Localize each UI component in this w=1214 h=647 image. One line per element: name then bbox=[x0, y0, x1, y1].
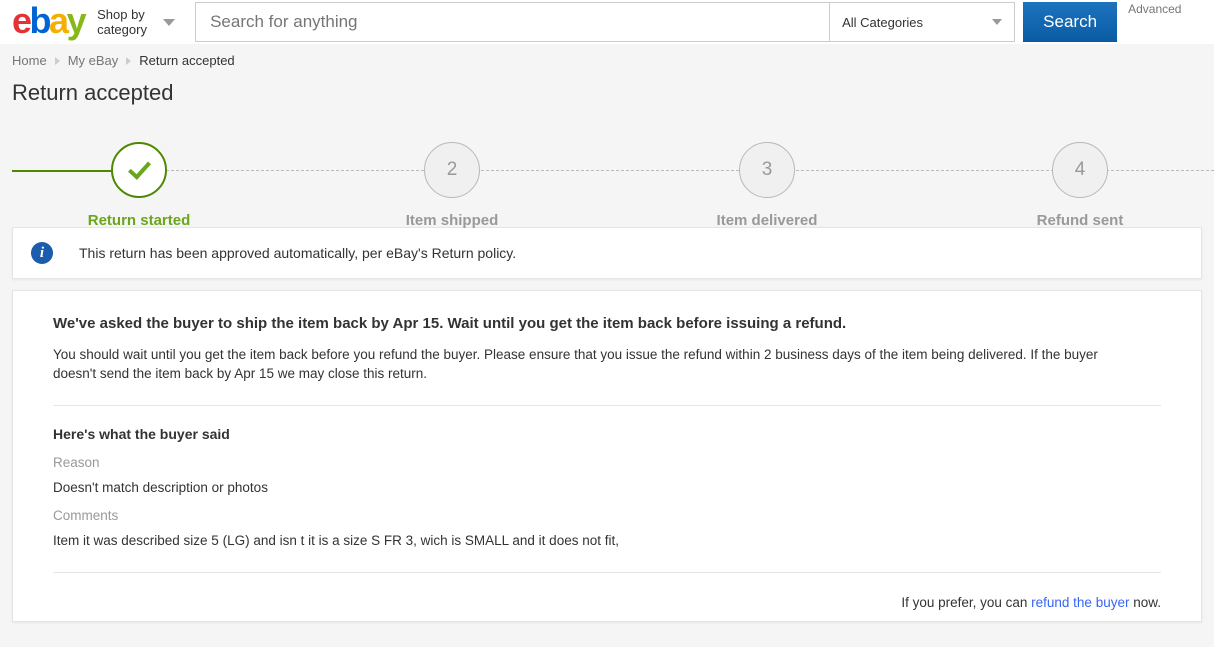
reason-label: Reason bbox=[53, 455, 100, 470]
search-button[interactable]: Search bbox=[1023, 2, 1118, 42]
footer-divider bbox=[53, 572, 1161, 573]
logo-letter-e: e bbox=[12, 0, 32, 41]
return-details-panel: We've asked the buyer to ship the item b… bbox=[12, 290, 1202, 622]
step-circle-pending: 3 bbox=[739, 142, 795, 198]
breadcrumb: Home My eBay Return accepted bbox=[0, 44, 1214, 70]
breadcrumb-item-home[interactable]: Home bbox=[12, 53, 47, 68]
shop-by-category-button[interactable]: Shop by category bbox=[97, 7, 176, 37]
step-label: Return started bbox=[87, 212, 191, 229]
info-banner-text: This return has been approved automatica… bbox=[79, 245, 517, 261]
breadcrumb-item-current: Return accepted bbox=[139, 53, 235, 68]
category-select[interactable]: All Categories bbox=[829, 2, 1016, 42]
logo-letter-b: b bbox=[29, 0, 52, 41]
main-body-text: You should wait until you get the item b… bbox=[53, 347, 1098, 381]
stepper-step-refund-sent: 4 Refund sent bbox=[970, 122, 1190, 229]
advanced-search-link[interactable]: Advanced bbox=[1128, 2, 1181, 42]
site-header: ebay Shop by category All Categories Sea… bbox=[0, 0, 1214, 44]
breadcrumb-separator-icon bbox=[126, 56, 132, 65]
main-heading: We've asked the buyer to ship the item b… bbox=[53, 315, 847, 332]
stepper-step-return-started: Return started bbox=[29, 122, 249, 229]
step-label: Item shipped bbox=[405, 212, 499, 229]
shop-by-category-label: Shop by category bbox=[97, 7, 147, 37]
search-bar: All Categories Search Advanced bbox=[195, 2, 1181, 42]
buyer-section-heading: Here's what the buyer said bbox=[53, 426, 230, 442]
section-divider bbox=[53, 405, 1161, 406]
info-banner: i This return has been approved automati… bbox=[12, 227, 1202, 279]
step-circle-pending: 2 bbox=[424, 142, 480, 198]
stepper-step-item-shipped: 2 Item shipped bbox=[342, 122, 562, 229]
return-progress-stepper: Return started 2 Item shipped 3 Item del… bbox=[0, 122, 1214, 229]
category-select-value: All Categories bbox=[842, 14, 924, 30]
refund-the-buyer-link[interactable]: refund the buyer bbox=[1031, 595, 1129, 610]
step-label: Item delivered bbox=[716, 212, 818, 229]
logo-letter-y: y bbox=[66, 0, 87, 41]
chevron-down-icon bbox=[163, 18, 176, 26]
info-icon: i bbox=[31, 242, 53, 264]
step-circle-pending: 4 bbox=[1052, 142, 1108, 198]
logo-letter-a: a bbox=[49, 0, 69, 41]
ebay-logo[interactable]: ebay bbox=[12, 0, 87, 41]
reason-value: Doesn't match description or photos bbox=[53, 480, 268, 495]
comments-value: Item it was described size 5 (LG) and is… bbox=[53, 533, 619, 548]
stepper-step-item-delivered: 3 Item delivered bbox=[657, 122, 877, 229]
check-icon bbox=[127, 155, 151, 180]
refund-footer: If you prefer, you can refund the buyer … bbox=[53, 595, 1161, 610]
breadcrumb-item-my-ebay[interactable]: My eBay bbox=[68, 53, 119, 68]
refund-footer-suffix: now. bbox=[1129, 595, 1161, 610]
refund-footer-prefix: If you prefer, you can bbox=[901, 595, 1032, 610]
step-circle-completed bbox=[111, 142, 167, 198]
breadcrumb-separator-icon bbox=[54, 56, 60, 65]
chevron-down-icon bbox=[992, 19, 1003, 25]
comments-label: Comments bbox=[53, 508, 119, 523]
page-title: Return accepted bbox=[12, 80, 174, 105]
search-input[interactable] bbox=[195, 2, 830, 42]
step-label: Refund sent bbox=[1036, 212, 1124, 229]
